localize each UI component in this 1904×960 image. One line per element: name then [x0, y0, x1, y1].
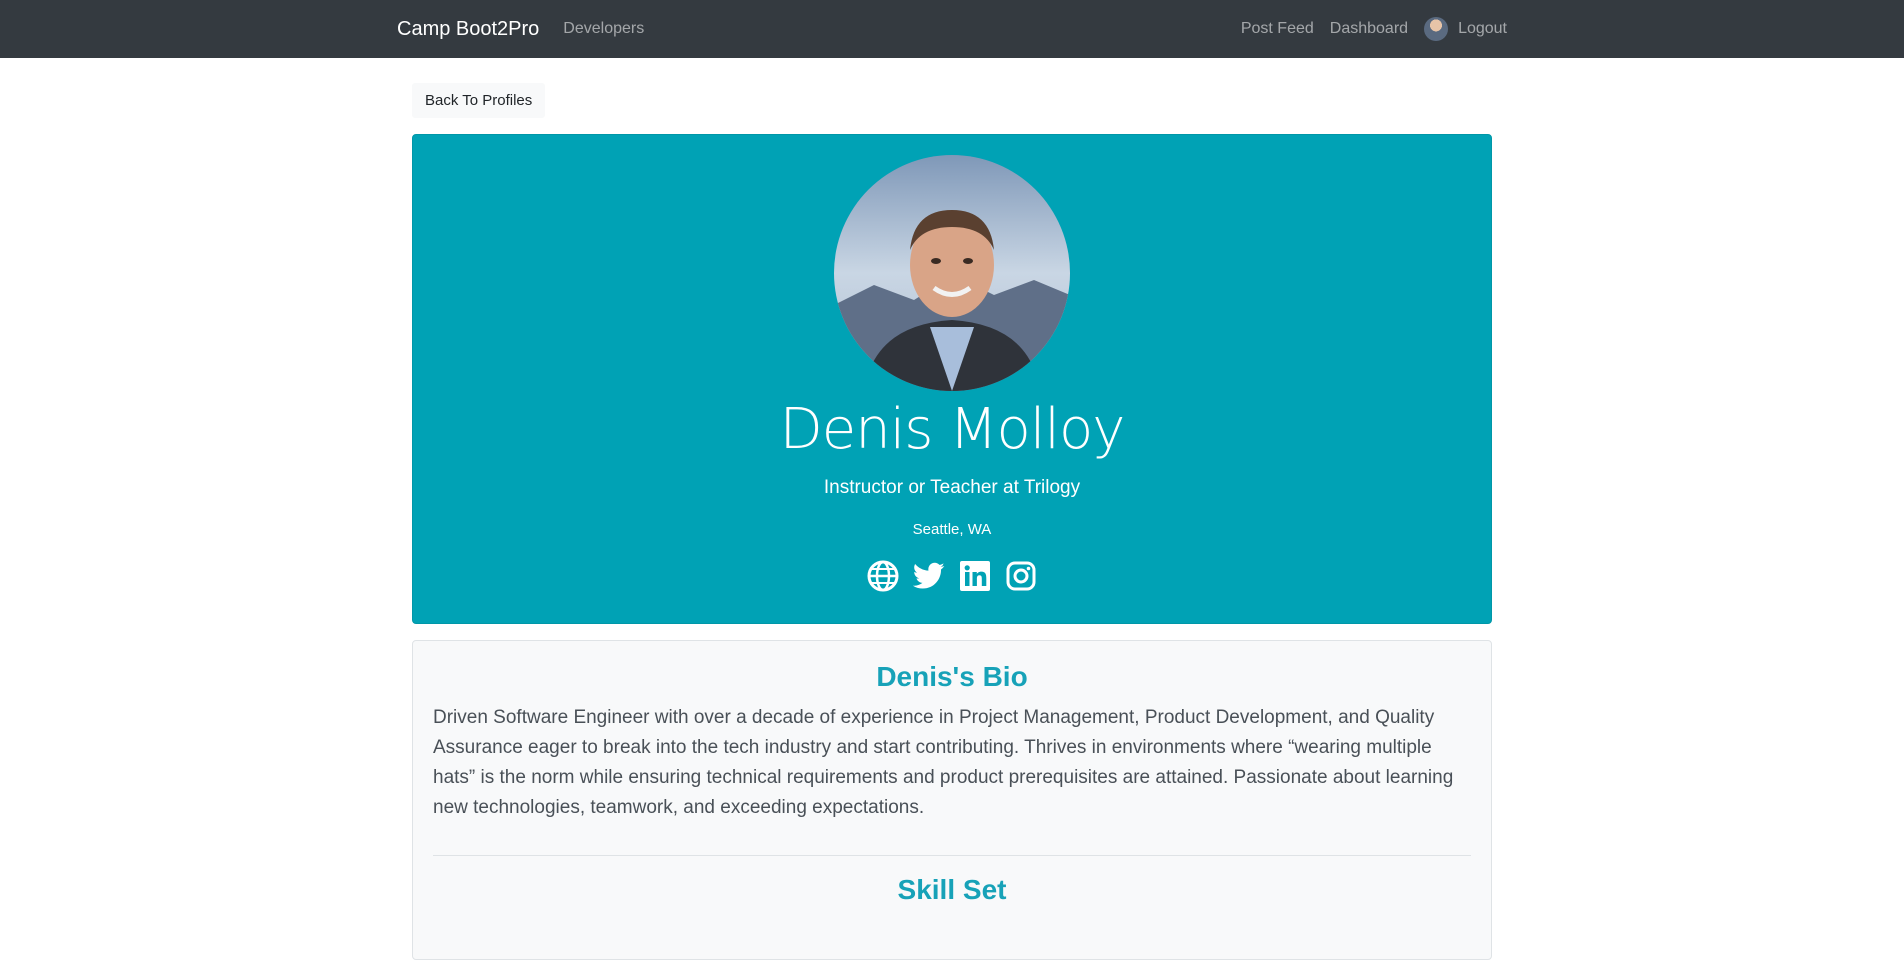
- bio-heading: Denis's Bio: [876, 661, 1028, 692]
- twitter-icon[interactable]: [913, 560, 945, 592]
- skill-set-heading: Skill Set: [897, 874, 1007, 905]
- profile-header-card: Denis Molloy Instructor or Teacher at Tr…: [412, 134, 1492, 624]
- user-avatar: [1424, 17, 1449, 41]
- navbar: Camp Boot2Pro Developers Post Feed Dashb…: [0, 0, 1904, 58]
- logout-label: Logout: [1458, 20, 1507, 37]
- back-to-profiles-button[interactable]: Back To Profiles: [412, 83, 546, 118]
- section-divider: [433, 855, 1471, 856]
- profile-location: Seattle, WA: [912, 521, 992, 538]
- nav-developers-link[interactable]: Developers: [563, 20, 644, 38]
- navbar-right: Post Feed Dashboard Logout: [1225, 17, 1507, 41]
- navbar-inner: Camp Boot2Pro Developers Post Feed Dashb…: [397, 17, 1507, 41]
- brand-link[interactable]: Camp Boot2Pro: [397, 18, 539, 41]
- nav-post-feed-link[interactable]: Post Feed: [1241, 20, 1314, 38]
- navbar-left: Camp Boot2Pro Developers: [397, 18, 644, 41]
- profile-name: Denis Molloy: [779, 397, 1126, 462]
- bio-card: Denis's Bio Driven Software Engineer wit…: [412, 640, 1492, 960]
- linkedin-icon[interactable]: [959, 560, 991, 592]
- instagram-icon[interactable]: [1005, 560, 1037, 592]
- social-links: [867, 560, 1037, 592]
- main-content: Back To Profiles Denis Molloy Instructor…: [412, 58, 1492, 960]
- nav-logout-link[interactable]: Logout: [1424, 17, 1507, 41]
- bio-text: Driven Software Engineer with over a dec…: [433, 707, 1454, 818]
- nav-dashboard-link[interactable]: Dashboard: [1330, 20, 1408, 38]
- profile-title: Instructor or Teacher at Trilogy: [823, 477, 1081, 498]
- profile-photo: [834, 155, 1070, 391]
- globe-icon[interactable]: [867, 560, 899, 592]
